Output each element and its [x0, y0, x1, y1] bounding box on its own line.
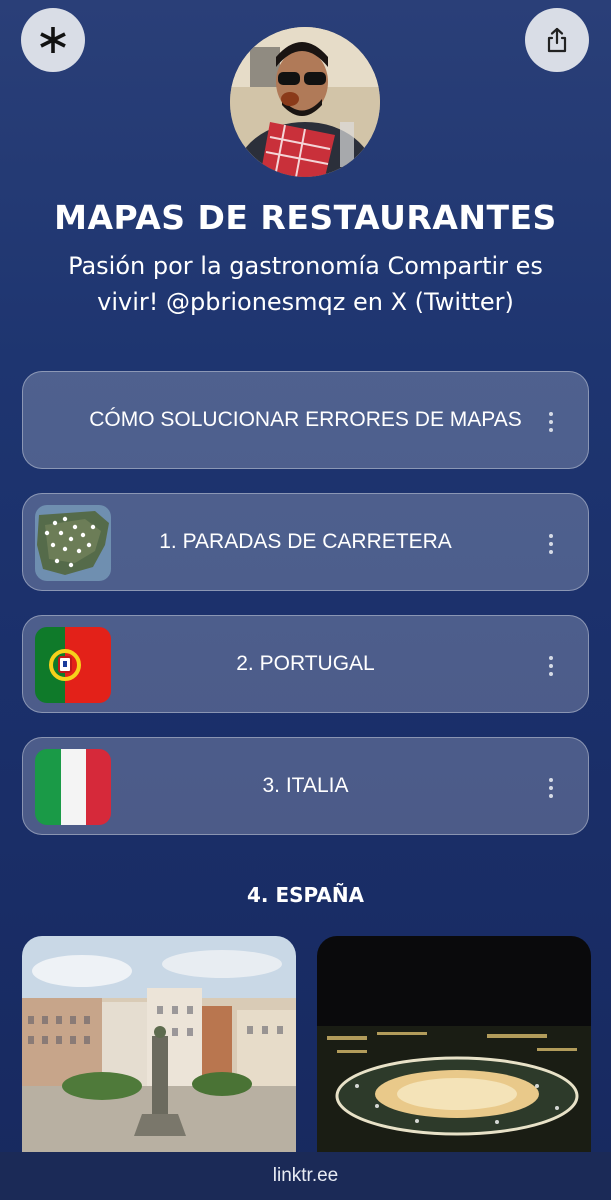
share-icon [547, 27, 567, 53]
more-options-icon[interactable] [548, 412, 554, 432]
link-label: 3. ITALIA [262, 774, 349, 797]
linktree-logo-button[interactable] [21, 8, 85, 72]
link-card-errores-mapas[interactable]: CÓMO SOLUCIONAR ERRORES DE MAPAS [22, 371, 589, 469]
link-card-italia[interactable]: 3. ITALIA [22, 737, 589, 835]
link-label: 2. PORTUGAL [236, 652, 375, 675]
share-button[interactable] [525, 8, 589, 72]
italy-flag-icon [35, 749, 111, 825]
section-title-espana: 4. ESPAÑA [246, 883, 365, 907]
link-card-paradas-carretera[interactable]: 1. PARADAS DE CARRETERA [22, 493, 589, 591]
link-label: 1. PARADAS DE CARRETERA [159, 530, 452, 553]
photo-card-plaza[interactable] [22, 936, 296, 1156]
profile-bio: Pasión por la gastronomía Compartir es v… [68, 252, 543, 316]
more-options-icon[interactable] [548, 656, 554, 676]
page-title: MAPAS DE RESTAURANTES [54, 198, 557, 237]
map-thumbnail [35, 505, 111, 581]
footer-label: linktr.ee [272, 1165, 339, 1186]
more-options-icon[interactable] [548, 534, 554, 554]
linktree-asterisk-icon [40, 27, 66, 53]
link-label: CÓMO SOLUCIONAR ERRORES DE MAPAS [89, 408, 522, 431]
avatar [230, 27, 380, 177]
link-card-portugal[interactable]: 2. PORTUGAL [22, 615, 589, 713]
more-options-icon[interactable] [548, 778, 554, 798]
footer-linktree[interactable]: linktr.ee [0, 1152, 611, 1200]
portugal-flag-icon [35, 627, 111, 703]
photo-card-night-arena[interactable] [317, 936, 591, 1156]
